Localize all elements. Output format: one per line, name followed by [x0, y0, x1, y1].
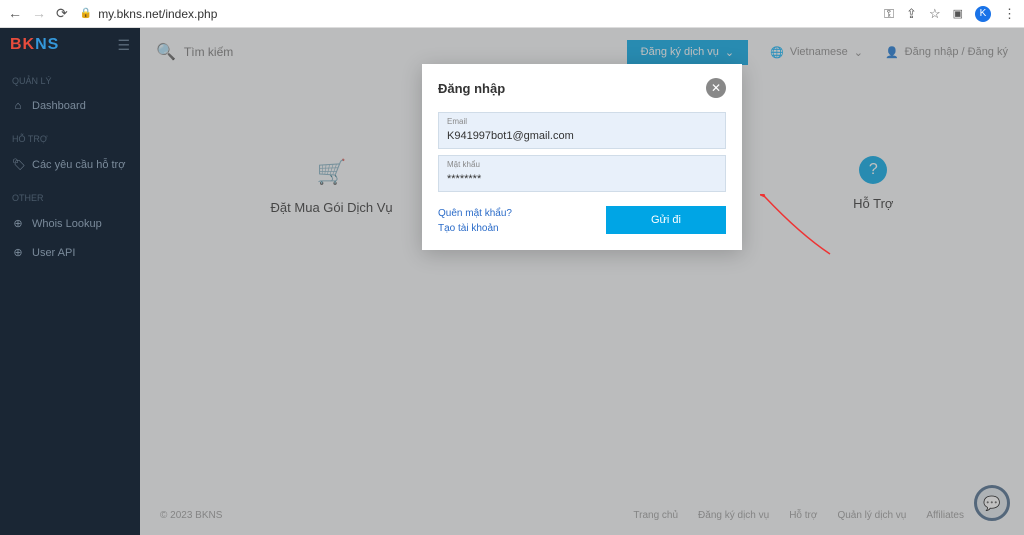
share-icon[interactable]: ⇪ — [906, 6, 917, 22]
hamburger-icon[interactable]: ☰ — [117, 37, 130, 54]
submit-button[interactable]: Gửi đi — [606, 206, 726, 234]
email-field-wrapper[interactable]: Email — [438, 112, 726, 149]
password-label: Mật khẩu — [447, 160, 717, 169]
main-content: 🔍 Đăng ký dịch vụ ⌄ 🌐 Vietnamese ⌄ 👤 Đăn… — [140, 28, 1024, 535]
star-icon[interactable]: ☆ — [929, 6, 941, 22]
reload-icon[interactable]: ⟳ — [56, 5, 68, 22]
create-account-link[interactable]: Tạo tài khoản — [438, 221, 512, 236]
tag-icon: 🏷 — [12, 158, 24, 171]
home-icon: ⌂ — [12, 100, 24, 112]
password-input[interactable] — [447, 173, 717, 185]
browser-extensions: ⚿ ⇪ ☆ ▣ K ⋮ — [884, 6, 1016, 22]
modal-title: Đăng nhập — [438, 81, 505, 96]
nav-section-title-other: OTHER — [0, 187, 140, 209]
forgot-password-link[interactable]: Quên mật khẩu? — [438, 206, 512, 221]
close-icon[interactable]: ✕ — [706, 78, 726, 98]
sidebar-item-dashboard[interactable]: ⌂ Dashboard — [0, 92, 140, 120]
sidebar-item-label: User API — [32, 247, 75, 259]
link-icon: ⊕ — [12, 246, 24, 259]
sidebar-item-label: Whois Lookup — [32, 218, 102, 230]
nav-section-title-support: HỖ TRỢ — [0, 128, 140, 150]
back-icon[interactable]: ← — [8, 5, 22, 22]
extensions-icon[interactable]: ▣ — [953, 7, 963, 20]
email-label: Email — [447, 117, 717, 126]
sidebar-item-userapi[interactable]: ⊕ User API — [0, 238, 140, 267]
logo[interactable]: BKNS — [10, 36, 59, 54]
menu-icon[interactable]: ⋮ — [1003, 6, 1016, 22]
browser-bar: ← → ⟳ 🔒 my.bkns.net/index.php ⚿ ⇪ ☆ ▣ K … — [0, 0, 1024, 28]
url-text: my.bkns.net/index.php — [98, 7, 217, 21]
sidebar-item-label: Các yêu cầu hỗ trợ — [32, 159, 125, 171]
key-icon[interactable]: ⚿ — [884, 6, 894, 22]
lock-icon: 🔒 — [80, 8, 92, 19]
sidebar: BKNS ☰ QUẢN LÝ ⌂ Dashboard HỖ TRỢ 🏷 Các … — [0, 28, 140, 535]
sidebar-item-whois[interactable]: ⊕ Whois Lookup — [0, 209, 140, 238]
login-modal: Đăng nhập ✕ Email Mật khẩu Quên mật khẩu… — [422, 64, 742, 250]
profile-avatar[interactable]: K — [975, 6, 991, 22]
nav-section-title-manage: QUẢN LÝ — [0, 70, 140, 92]
sidebar-item-support-requests[interactable]: 🏷 Các yêu cầu hỗ trợ — [0, 150, 140, 179]
sidebar-item-label: Dashboard — [32, 100, 86, 112]
url-bar[interactable]: 🔒 my.bkns.net/index.php — [80, 7, 872, 21]
browser-nav: ← → ⟳ — [8, 5, 68, 22]
link-icon: ⊕ — [12, 217, 24, 230]
forward-icon[interactable]: → — [32, 5, 46, 22]
email-input[interactable] — [447, 130, 717, 142]
password-field-wrapper[interactable]: Mật khẩu — [438, 155, 726, 192]
